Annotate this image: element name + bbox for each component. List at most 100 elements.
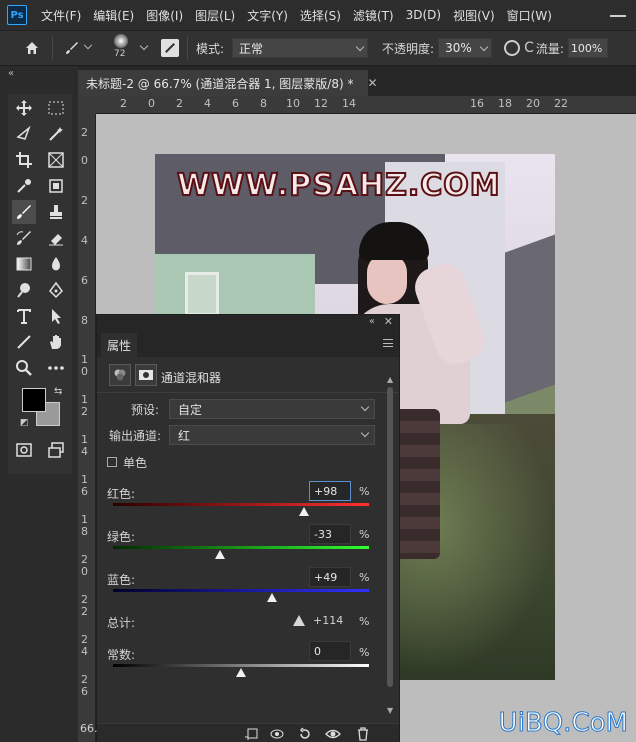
chevron-down-icon[interactable] [83,40,93,50]
preset-select[interactable]: 自定 [169,399,375,419]
red-slider-track[interactable] [113,503,369,506]
quick-mask-icon[interactable] [12,438,36,462]
panel-menu-icon[interactable] [383,339,393,347]
green-value-field[interactable]: -33 [309,524,351,544]
zoom-tool-icon[interactable] [12,356,36,380]
chevron-down-icon[interactable] [139,41,149,51]
brush-tool-icon[interactable] [61,37,83,59]
lasso-tool-icon[interactable] [12,122,36,146]
blur-tool-icon[interactable] [44,252,68,276]
history-brush-icon[interactable] [12,226,36,250]
collapse-panel-icon[interactable]: « [369,316,375,327]
ruler-tick: 2 [81,126,88,139]
magic-wand-icon[interactable] [44,122,68,146]
constant-slider-thumb[interactable] [236,668,246,677]
image-watermark: WWW.PSAHZ.COM [176,167,501,204]
eyedropper-icon[interactable] [12,174,36,198]
scrollbar-thumb[interactable] [387,387,393,687]
ruler-tick: 6 [232,97,239,110]
brush-tool-icon[interactable] [12,200,36,224]
output-channel-select[interactable]: 红 [169,425,375,445]
menu-layer[interactable]: 图层(L) [189,7,241,24]
separator [187,37,188,59]
visibility-eye-icon[interactable] [325,726,341,742]
ruler-tick: 6 [81,274,88,287]
pressure-opacity-icon[interactable] [504,40,521,56]
crop-tool-icon[interactable] [12,148,36,172]
tab-properties[interactable]: 属性 [101,333,138,357]
menu-file[interactable]: 文件(F) [35,7,87,24]
photoshop-logo: Ps [7,5,27,25]
move-tool-icon[interactable] [12,96,36,120]
marquee-tool-icon[interactable] [44,96,68,120]
reset-icon[interactable] [297,726,313,742]
red-slider-thumb[interactable] [298,507,309,516]
blue-slider-thumb[interactable] [267,593,278,602]
green-slider-thumb[interactable] [214,550,225,559]
trash-icon[interactable] [355,726,371,742]
menu-view[interactable]: 视图(V) [447,7,501,24]
default-colors-icon[interactable]: ◩ [20,418,29,428]
menu-bar: Ps 文件(F) 编辑(E) 图像(I) 图层(L) 文字(Y) 选择(S) 滤… [0,0,636,30]
ruler-tick: 2 [81,194,88,207]
flow-field[interactable]: 100% [567,38,608,58]
menu-3d[interactable]: 3D(D) [400,8,447,22]
constant-pct: % [359,646,370,659]
scroll-up-icon[interactable]: ▲ [387,375,393,384]
blue-slider-track[interactable] [113,589,369,592]
constant-slider-track[interactable] [113,664,369,667]
red-pct: % [359,485,370,498]
eraser-icon[interactable] [44,226,68,250]
ruler-tick: 1 8 [81,513,88,538]
panel-footer [97,723,399,742]
document-tab[interactable]: 未标题-2 @ 66.7% (通道混合器 1, 图层蒙版/8) * ✕ [78,70,378,96]
mode-value: 正常 [239,41,264,56]
close-icon[interactable]: ✕ [384,315,393,328]
constant-value-field[interactable]: 0 [309,641,351,661]
ruler-tick: 20 [526,97,540,110]
channel-mixer-icon[interactable] [109,364,131,386]
menu-type[interactable]: 文字(Y) [241,7,294,24]
menu-filter[interactable]: 滤镜(T) [347,7,400,24]
panel-scrollbar[interactable]: ▲ ▼ [385,375,395,715]
mode-select[interactable]: 正常 [232,38,369,58]
menu-select[interactable]: 选择(S) [294,7,347,24]
screen-mode-icon[interactable] [44,438,68,462]
green-slider-track[interactable] [113,546,369,549]
menu-window[interactable]: 窗口(W) [501,7,558,24]
foreground-color-swatch[interactable] [22,388,46,412]
mode-label: 模式: [196,41,225,56]
menu-edit[interactable]: 编辑(E) [87,7,140,24]
path-select-icon[interactable] [44,304,68,328]
minimize-icon[interactable] [610,15,626,17]
ruler-tick: 4 [204,97,211,110]
line-tool-icon[interactable] [12,330,36,354]
opacity-label: 不透明度: [382,41,435,56]
close-icon[interactable]: ✕ [367,76,377,90]
stamp-tool-icon[interactable] [44,200,68,224]
frame-tool-icon[interactable] [44,148,68,172]
flow-value: 100% [570,41,603,55]
swap-colors-icon[interactable]: ⇆ [54,386,62,397]
type-tool-icon[interactable] [12,304,36,328]
monochrome-label: 单色 [123,456,148,470]
pen-tool-icon[interactable] [44,278,68,302]
brush-settings-icon[interactable] [161,39,179,57]
collapse-panel-icon[interactable]: « [8,68,14,79]
blue-value-field[interactable]: +49 [309,567,351,587]
more-tools-icon[interactable] [44,356,68,380]
object-select-icon[interactable] [44,174,68,198]
brush-preset-picker[interactable]: 72 [105,33,139,63]
clip-to-layer-icon[interactable] [243,726,259,742]
red-value-field[interactable]: +98 [309,481,351,501]
hand-tool-icon[interactable] [44,330,68,354]
home-icon[interactable] [20,36,44,60]
opacity-field[interactable]: 30% [438,38,493,58]
monochrome-checkbox[interactable] [107,457,117,467]
view-previous-icon[interactable] [269,726,285,742]
scroll-down-icon[interactable]: ▼ [387,706,393,715]
gradient-tool-icon[interactable] [12,252,36,276]
layer-mask-icon[interactable] [135,364,157,386]
dodge-tool-icon[interactable] [12,278,36,302]
menu-image[interactable]: 图像(I) [140,7,189,24]
